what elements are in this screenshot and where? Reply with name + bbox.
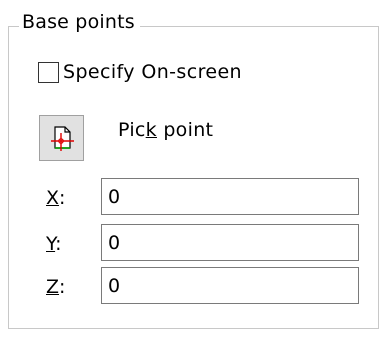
pick-point-label: Pick point	[118, 119, 214, 141]
x-coordinate-row: X:	[0, 178, 384, 218]
base-points-group-title: Base points	[19, 10, 140, 34]
y-coordinate-row: Y:	[0, 224, 384, 264]
pick-point-button[interactable]	[39, 115, 84, 161]
y-label: Y:	[46, 233, 62, 255]
y-input[interactable]	[101, 224, 359, 261]
x-input[interactable]	[101, 178, 359, 215]
x-label: X:	[46, 187, 66, 209]
specify-onscreen-label[interactable]: Specify On-screen	[63, 60, 242, 84]
specify-onscreen-checkbox-row[interactable]: Specify On-screen	[38, 60, 242, 84]
z-label: Z:	[46, 276, 66, 298]
z-coordinate-row: Z:	[0, 267, 384, 307]
specify-onscreen-checkbox[interactable]	[38, 61, 59, 83]
pick-point-icon	[50, 126, 74, 151]
z-input[interactable]	[101, 267, 359, 304]
